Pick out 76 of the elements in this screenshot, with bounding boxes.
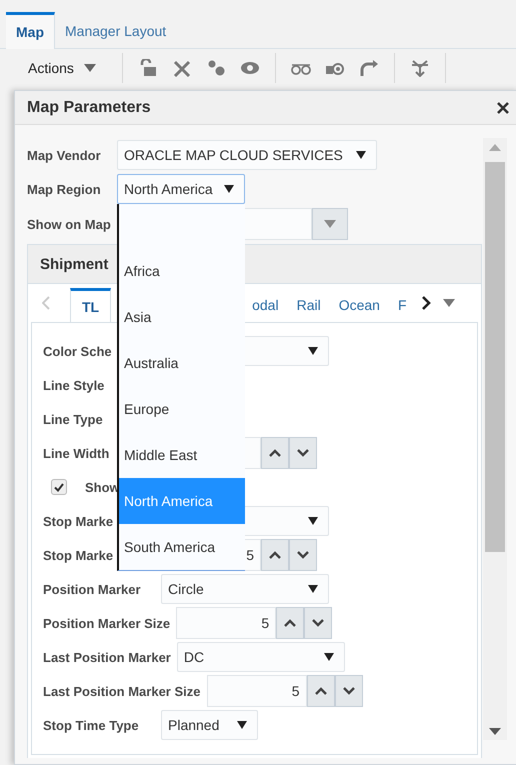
- check-icon: [54, 482, 64, 492]
- number-field[interactable]: 5: [206, 675, 306, 707]
- caret-icon: [324, 220, 336, 228]
- dropdown-button[interactable]: [312, 208, 348, 240]
- field-label: Position Marker: [43, 582, 141, 596]
- tab[interactable]: Map: [6, 12, 55, 49]
- dropdown-option[interactable]: Europe: [119, 386, 245, 432]
- caret-icon: [308, 347, 318, 355]
- close-icon: [497, 102, 509, 114]
- redo-icon: [358, 59, 379, 77]
- arrow-down-icon: [489, 728, 501, 734]
- field-label: Map Vendor: [27, 148, 102, 162]
- caret-icon: [324, 653, 334, 661]
- eye-icon: [240, 59, 260, 77]
- tab[interactable]: TL: [70, 288, 112, 322]
- merge-down-icon: [410, 59, 430, 77]
- increment-button[interactable]: [306, 675, 334, 707]
- chevron-up-icon: [269, 551, 281, 559]
- caret-icon: [308, 517, 318, 525]
- close-button[interactable]: [497, 102, 509, 114]
- actions-menu[interactable]: Actions: [28, 60, 96, 76]
- caret-icon: [356, 151, 366, 159]
- select-field[interactable]: ORACLE MAP CLOUD SERVICES: [117, 140, 377, 170]
- tab[interactable]: odal: [243, 288, 288, 322]
- field-label: Stop Marke: [43, 548, 114, 562]
- decrement-button[interactable]: [334, 675, 362, 707]
- scrollbar[interactable]: [483, 138, 507, 740]
- increment-button[interactable]: [276, 607, 304, 639]
- dropdown-option[interactable]: Asia: [119, 294, 245, 340]
- chevron-left-icon: [42, 296, 50, 310]
- decrement-button[interactable]: [289, 539, 317, 571]
- select-field[interactable]: DC: [176, 642, 345, 672]
- field-label: Line Width: [43, 446, 110, 460]
- increment-button[interactable]: [261, 437, 289, 469]
- chevron-down-icon: [342, 687, 354, 695]
- field-label: Last Position Marker: [43, 650, 171, 664]
- field-label: Color Sche: [43, 344, 112, 358]
- caret-icon: [224, 185, 234, 193]
- tab[interactable]: Ocean: [330, 288, 389, 322]
- field-label: Show on Map: [27, 216, 112, 232]
- caret-icon: [237, 721, 247, 729]
- field-label: Last Position Marker Size: [43, 684, 200, 698]
- decrement-button[interactable]: [289, 437, 317, 469]
- dialog-title: Map Parameters: [27, 98, 151, 116]
- chevron-up-icon: [314, 687, 326, 695]
- field-label: Stop Marke: [43, 514, 114, 528]
- chevron-up-icon: [284, 619, 296, 627]
- checkbox[interactable]: [51, 479, 67, 495]
- panel-title: Shipment: [40, 256, 108, 272]
- dropdown-option[interactable]: Africa: [119, 248, 245, 294]
- field-label: Position Marker Size: [43, 616, 170, 630]
- caret-icon: [84, 64, 96, 72]
- dropdown-option[interactable]: Australia: [119, 340, 245, 386]
- chevron-down-icon: [297, 449, 309, 457]
- caret-icon: [442, 299, 455, 307]
- chevron-down-icon: [297, 551, 309, 559]
- field-label: Stop Time Type: [43, 718, 139, 732]
- decrement-button[interactable]: [304, 607, 332, 639]
- tab[interactable]: F: [388, 288, 416, 322]
- field-label: Line Style: [43, 378, 104, 392]
- field-label: Map Region: [27, 182, 102, 196]
- tab[interactable]: Manager Layout: [55, 13, 176, 49]
- increment-button[interactable]: [261, 539, 289, 571]
- chevron-down-icon: [312, 619, 324, 627]
- chevron-up-icon: [269, 449, 281, 457]
- dropdown-option[interactable]: South America: [119, 524, 245, 570]
- tab[interactable]: Rail: [288, 288, 330, 322]
- chevron-right-icon: [422, 296, 431, 310]
- select-field[interactable]: Circle: [161, 574, 329, 604]
- arrow-up-icon: [489, 144, 501, 150]
- select-field[interactable]: Planned: [161, 710, 258, 740]
- select-field[interactable]: North America: [117, 174, 245, 204]
- field-label: Line Type: [43, 412, 103, 426]
- number-field[interactable]: 5: [176, 607, 276, 639]
- dropdown-option[interactable]: Middle East: [119, 432, 245, 478]
- caret-icon: [308, 585, 318, 593]
